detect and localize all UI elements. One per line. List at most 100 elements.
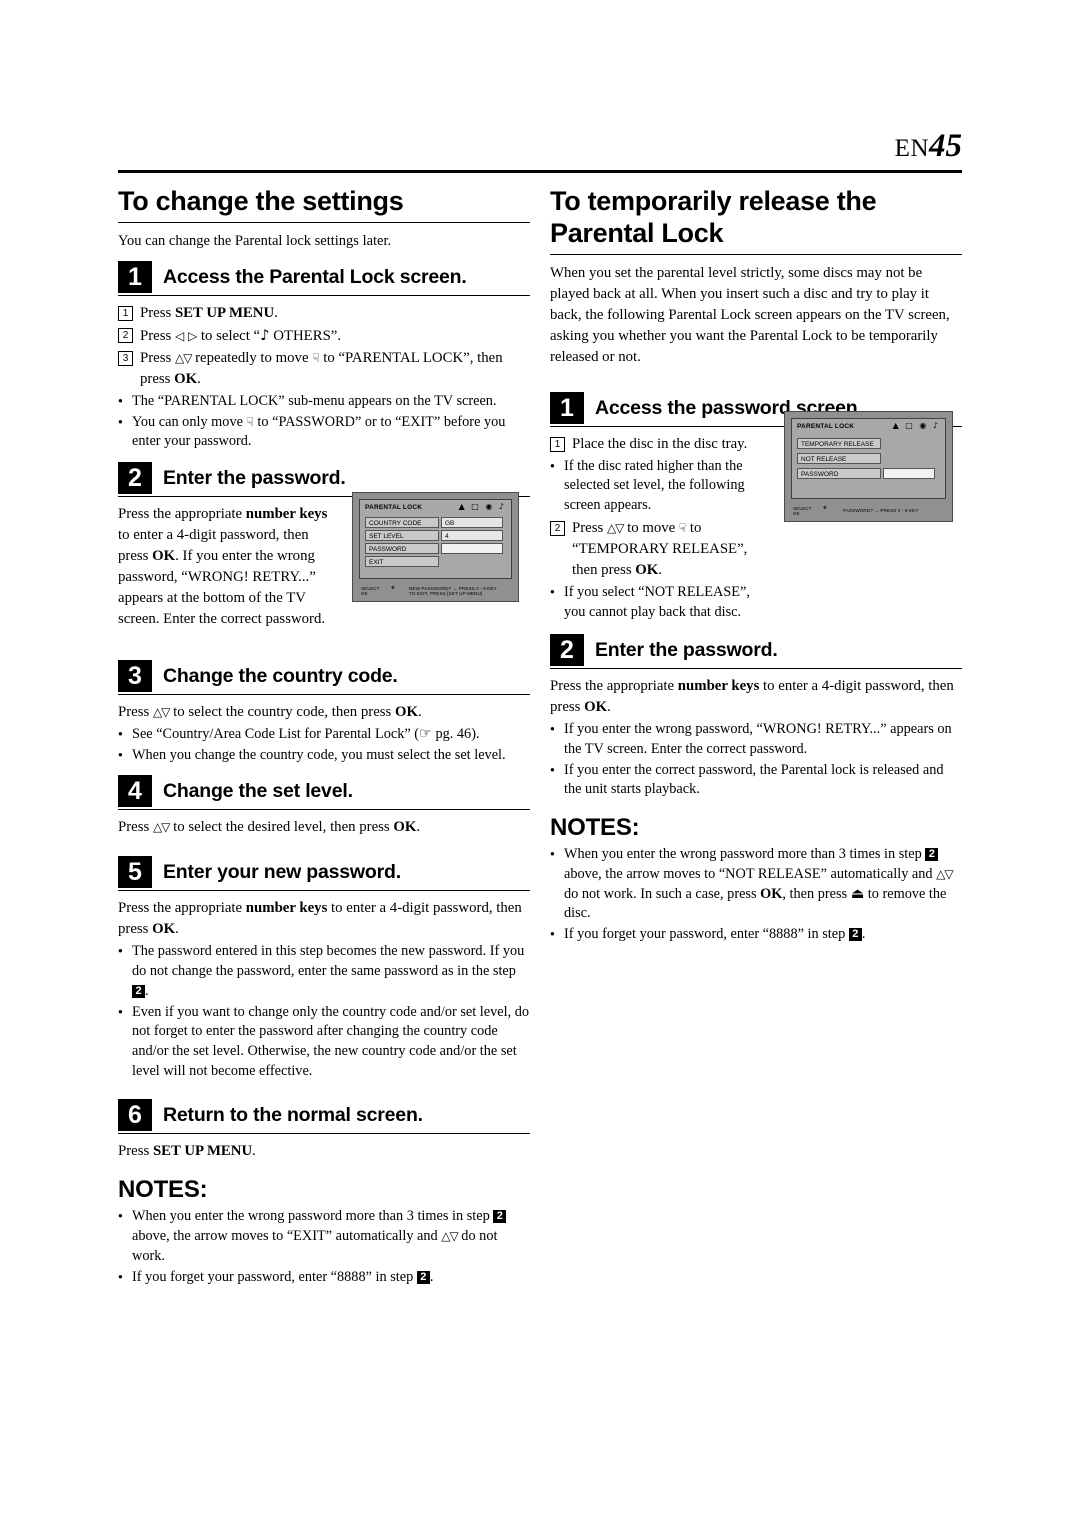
left-step-4: 4 Change the set level. (118, 775, 530, 808)
right-title-divider (550, 253, 962, 255)
list-item: 2 Press ◁ ▷ to select “♪ OTHERS”. (118, 325, 530, 347)
bullet-item: When you enter the wrong password more t… (550, 844, 962, 924)
left-step-3-divider (118, 694, 530, 696)
left-intro-text: You can change the Parental lock setting… (118, 232, 392, 249)
left-step-6-number: 6 (118, 1099, 152, 1132)
osd-row-password: PASSWORD (797, 468, 881, 479)
bullet-item: See “Country/Area Code List for Parental… (118, 724, 530, 745)
left-step-4-label: Change the set level. (163, 780, 353, 803)
left-step-5-body: Press the appropriate number keys to ent… (118, 900, 522, 938)
osd-footer-left: SELECT OK (793, 506, 812, 516)
page-header: EN45 (118, 128, 962, 165)
osd-value-password (883, 468, 935, 479)
parental-lock-osd-right: PARENTAL LOCK ▲ □ ◉ ♪ TEMPORARY RELEASE … (784, 411, 953, 522)
right-notes-list: When you enter the wrong password more t… (550, 844, 962, 945)
bullet-item: If you select “NOT RELEASE”, you cannot … (550, 582, 765, 622)
page-header-en: EN (894, 135, 929, 162)
left-step-6-body: Press SET UP MENU. (118, 1143, 256, 1160)
left-step-3-body: Press △▽ to select the country code, the… (118, 704, 422, 721)
left-step-2-label: Enter the password. (163, 467, 346, 490)
left-step-4-body: Press △▽ to select the desired level, th… (118, 819, 421, 836)
page-number: 45 (929, 128, 962, 164)
bullet-item: When you change the country code, you mu… (118, 745, 530, 766)
osd-row-exit: EXIT (365, 556, 439, 567)
right-intro-text: When you set the parental level strictly… (550, 264, 950, 365)
right-step-2-number: 2 (550, 634, 584, 667)
right-step-2: 2 Enter the password. (550, 634, 962, 667)
osd-footer-dpad-icon: ✥ (391, 585, 395, 590)
osd-footer-dpad-icon: ✥ (823, 505, 827, 510)
bullet-item: If you forget your password, enter “8888… (118, 1267, 530, 1288)
osd-icon-row: ▲ □ ◉ ♪ (458, 502, 506, 511)
left-step-3-label: Change the country code. (163, 665, 398, 688)
list-number: 2 (550, 520, 565, 536)
list-number: 2 (118, 327, 133, 343)
left-column: To change the settings You can change th… (118, 186, 530, 1288)
left-step-1: 1 Access the Parental Lock screen. (118, 260, 530, 293)
osd-row-password: PASSWORD (365, 543, 439, 554)
left-step-5: 5 Enter your new password. (118, 856, 530, 889)
osd-title: PARENTAL LOCK (365, 504, 423, 511)
left-step-3-number: 3 (118, 660, 152, 693)
osd-row-set-level: SET LEVEL (365, 530, 439, 541)
left-step-1-bullets: The “PARENTAL LOCK” sub-menu appears on … (118, 391, 530, 452)
bullet-item: Even if you want to change only the coun… (118, 1002, 530, 1082)
osd-footer-left: SELECT OK (361, 586, 380, 596)
osd-value-set-level: 4 (441, 530, 503, 541)
right-step-1-list: 1 Place the disc in the disc tray. (550, 434, 765, 455)
left-section-title: To change the settings (118, 186, 404, 216)
document-page: EN45 To change the settings You can chan… (0, 0, 1080, 1528)
right-step-1-bullets-b: If you select “NOT RELEASE”, you cannot … (550, 582, 765, 622)
osd-title: PARENTAL LOCK (797, 423, 855, 430)
list-item: 3 Press △▽ repeatedly to move ☟ to “PAREN… (118, 348, 530, 390)
left-step-2-body: Press the appropriate number keys to ent… (118, 506, 328, 628)
left-step-3: 3 Change the country code. (118, 660, 530, 693)
right-step-2-divider (550, 668, 962, 670)
left-step-4-divider (118, 809, 530, 811)
left-step-1-list: 1 Press SET UP MENU. 2 Press ◁ ▷ to select… (118, 303, 530, 390)
list-item: 2 Press △▽ to move ☟ to “TEMPORARY RELEAS… (550, 518, 765, 581)
right-step-2-label: Enter the password. (595, 639, 778, 662)
left-notes-title: NOTES: (118, 1176, 208, 1204)
bullet-item: If the disc rated higher than the select… (550, 456, 765, 516)
right-notes-title: NOTES: (550, 814, 640, 842)
osd-footer-right: PASSWORD? → PRESS 0 - 9 KEY (843, 508, 919, 513)
right-step-1-number: 1 (550, 391, 584, 424)
right-step-1-list-b: 2 Press △▽ to move ☟ to “TEMPORARY RELEAS… (550, 518, 765, 581)
osd-row-not-release: NOT RELEASE (797, 453, 881, 464)
right-step-2-body: Press the appropriate number keys to ent… (550, 678, 954, 716)
left-step-1-divider (118, 294, 530, 296)
left-step-5-number: 5 (118, 856, 152, 889)
bullet-item: If you enter the correct password, the P… (550, 760, 962, 800)
left-step-1-label: Access the Parental Lock screen. (163, 265, 467, 288)
list-number: 1 (550, 436, 565, 452)
osd-icon-row: ▲ □ ◉ ♪ (892, 421, 940, 430)
osd-footer-right: NEW PASSWORD? → PRESS 0 - 9 KEY TO EXIT, … (409, 586, 497, 596)
bullet-item: You can only move ☟ to “PASSWORD” or to … (118, 412, 530, 452)
left-step-6: 6 Return to the normal screen. (118, 1099, 530, 1132)
left-step-5-divider (118, 890, 530, 892)
bullet-item: When you enter the wrong password more t… (118, 1206, 530, 1266)
right-column: To temporarily release the Parental Lock… (550, 186, 962, 946)
header-divider (118, 170, 962, 173)
left-title-divider (118, 221, 530, 223)
list-number: 3 (118, 350, 133, 366)
bullet-item: The password entered in this step become… (118, 941, 530, 1001)
left-step-1-number: 1 (118, 260, 152, 293)
left-step-5-label: Enter your new password. (163, 861, 401, 884)
list-number: 1 (118, 305, 133, 321)
bullet-item: If you forget your password, enter “8888… (550, 924, 962, 945)
osd-row-temporary-release: TEMPORARY RELEASE (797, 438, 881, 449)
list-item: 1 Press SET UP MENU. (118, 303, 530, 324)
osd-value-country-code: GB (441, 517, 503, 528)
left-step-6-divider (118, 1133, 530, 1135)
left-notes-list: When you enter the wrong password more t… (118, 1206, 530, 1288)
bullet-item: If you enter the wrong password, “WRONG!… (550, 719, 962, 759)
parental-lock-osd-left: PARENTAL LOCK ▲ □ ◉ ♪ COUNTRY CODE GB SE… (352, 492, 519, 602)
right-step-1-bullets-a: If the disc rated higher than the select… (550, 456, 765, 516)
osd-value-password (441, 543, 503, 554)
left-step-4-number: 4 (118, 775, 152, 808)
left-step-2-number: 2 (118, 462, 152, 495)
left-step-2: 2 Enter the password. (118, 462, 530, 495)
left-step-5-bullets: The password entered in this step become… (118, 941, 530, 1082)
